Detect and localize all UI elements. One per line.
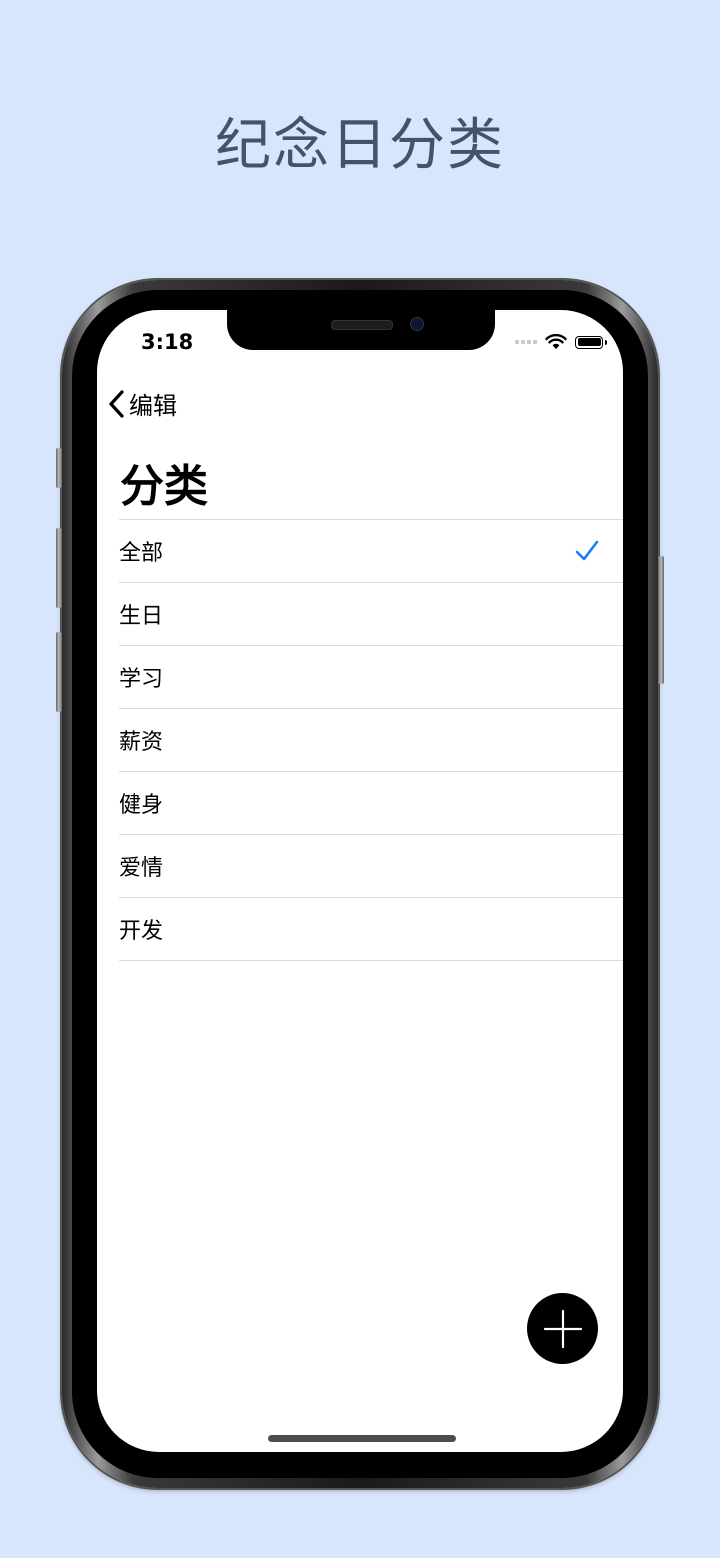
category-label: 学习 <box>119 667 164 692</box>
category-item-all[interactable]: 全部 <box>119 520 623 583</box>
category-label: 全部 <box>119 541 164 566</box>
checkmark-icon <box>575 540 599 561</box>
back-button-label: 编辑 <box>129 392 177 420</box>
category-item-fitness[interactable]: 健身 <box>119 772 623 835</box>
volume-down-button <box>56 632 62 712</box>
notch <box>227 310 495 350</box>
category-item-love[interactable]: 爱情 <box>119 835 623 898</box>
battery-icon <box>575 335 607 349</box>
category-item-study[interactable]: 学习 <box>119 646 623 709</box>
category-label: 开发 <box>119 919 164 944</box>
category-item-salary[interactable]: 薪资 <box>119 709 623 772</box>
add-category-button[interactable] <box>527 1293 598 1364</box>
promo-title: 纪念日分类 <box>215 113 505 178</box>
home-indicator[interactable] <box>268 1435 456 1442</box>
power-button <box>658 556 664 684</box>
chevron-left-icon <box>109 389 124 418</box>
page-title: 分类 <box>120 461 208 512</box>
category-label: 爱情 <box>119 856 164 881</box>
volume-up-button <box>56 528 62 608</box>
phone-screen: 3:18 编辑 分类 全部 生日 学习 薪资 健身 爱情 开发 <box>97 310 623 1452</box>
front-camera <box>410 317 424 331</box>
wifi-icon <box>545 334 567 349</box>
plus-icon <box>543 1309 582 1348</box>
status-icons <box>515 334 607 350</box>
category-label: 生日 <box>119 604 164 629</box>
mute-switch <box>56 448 62 488</box>
earpiece-speaker <box>331 320 393 330</box>
cellular-signal-icon <box>515 340 537 344</box>
back-button[interactable]: 编辑 <box>107 386 177 421</box>
category-label: 薪资 <box>119 730 164 755</box>
category-item-development[interactable]: 开发 <box>119 898 623 961</box>
category-list: 全部 生日 学习 薪资 健身 爱情 开发 <box>119 519 623 961</box>
category-item-birthday[interactable]: 生日 <box>119 583 623 646</box>
phone-frame: 3:18 编辑 分类 全部 生日 学习 薪资 健身 爱情 开发 <box>56 280 664 1488</box>
category-label: 健身 <box>119 793 164 818</box>
status-time: 3:18 <box>141 330 194 354</box>
